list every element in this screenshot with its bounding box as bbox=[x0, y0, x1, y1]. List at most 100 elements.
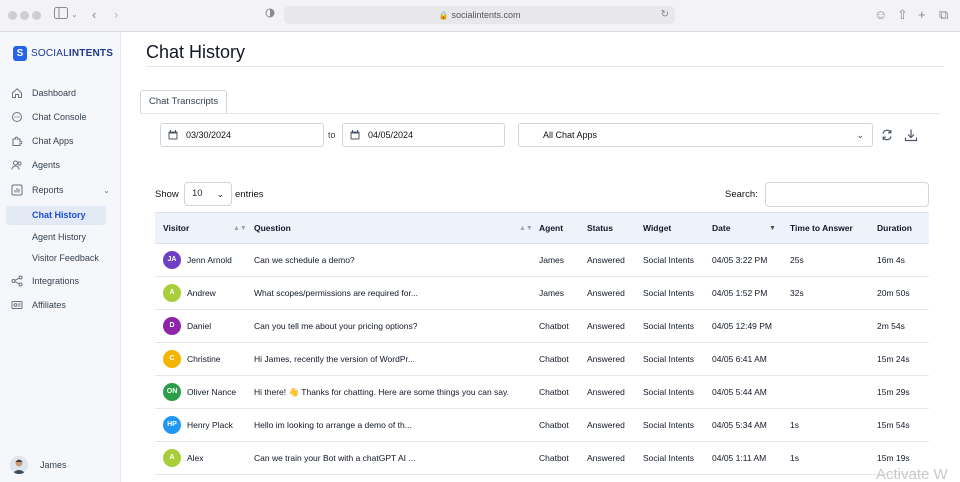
refresh-icon[interactable] bbox=[880, 128, 894, 142]
sidebar-toggle-icon[interactable] bbox=[54, 7, 68, 23]
sidebar-subitem-chat-history[interactable]: Chat History bbox=[6, 206, 106, 225]
table-row[interactable]: D Daniel Can you tell me about your pricin… bbox=[155, 310, 929, 343]
chat-app-select[interactable]: All Chat Apps ⌄ bbox=[518, 123, 873, 147]
cell-widget: Social Intents bbox=[643, 321, 695, 331]
cell-date: 04/05 12:49 PM bbox=[712, 321, 773, 331]
table-row[interactable]: C Christine Hi James, recently the version… bbox=[155, 343, 929, 376]
cell-date: 04/05 1:11 AM bbox=[712, 453, 767, 463]
cell-time-to-answer: 25s bbox=[790, 255, 804, 265]
cell-time-to-answer: 1s bbox=[790, 453, 799, 463]
cell-widget: Social Intents bbox=[643, 420, 695, 430]
page-title: Chat History bbox=[146, 42, 246, 62]
cell-visitor: Christine bbox=[187, 354, 221, 364]
sidebar-item-affiliates[interactable]: Affiliates bbox=[10, 296, 110, 314]
sidebar-item-label: Affiliates bbox=[32, 300, 66, 310]
cell-duration: 16m 4s bbox=[877, 255, 905, 265]
cell-status: Answered bbox=[587, 420, 625, 430]
sidebar-item-chat-console[interactable]: Chat Console bbox=[10, 108, 110, 126]
close-window-dot[interactable] bbox=[8, 11, 17, 20]
cell-widget: Social Intents bbox=[643, 354, 695, 364]
calendar-icon bbox=[350, 130, 360, 140]
sidebar-subitem-agent-history[interactable]: Agent History bbox=[6, 228, 106, 247]
minimize-window-dot[interactable] bbox=[20, 11, 29, 20]
user-profile[interactable]: James bbox=[10, 456, 67, 474]
sidebar-item-integrations[interactable]: Integrations bbox=[10, 272, 110, 290]
share-icon[interactable]: ⇧ bbox=[897, 7, 908, 23]
puzzle-icon bbox=[10, 134, 24, 148]
sort-icon[interactable]: ▲▼ bbox=[519, 213, 533, 244]
sidebar-item-reports[interactable]: Reports ⌄ bbox=[10, 181, 110, 199]
cell-widget: Social Intents bbox=[643, 288, 695, 298]
cell-status: Answered bbox=[587, 354, 625, 364]
column-header-widget[interactable]: Widget bbox=[643, 213, 671, 244]
table-row[interactable]: JA Jenn Arnold Can we schedule a demo? Jame… bbox=[155, 244, 929, 277]
entries-label: entries bbox=[235, 189, 264, 200]
chat-history-table: Visitor ▲▼ Question ▲▼ Agent Status Widg… bbox=[155, 212, 929, 475]
lock-icon: 🔒 bbox=[438, 11, 449, 20]
sidebar-item-agents[interactable]: Agents bbox=[10, 156, 110, 174]
search-label: Search: bbox=[725, 189, 758, 200]
chevron-down-icon[interactable]: ⌄ bbox=[71, 7, 78, 23]
cell-status: Answered bbox=[587, 288, 625, 298]
column-header-visitor[interactable]: Visitor bbox=[163, 213, 189, 244]
sidebar-item-chat-apps[interactable]: Chat Apps bbox=[10, 132, 110, 150]
cell-time-to-answer: 32s bbox=[790, 288, 804, 298]
cell-status: Answered bbox=[587, 321, 625, 331]
entries-per-page-select[interactable]: 10 ⌄ bbox=[184, 182, 232, 206]
table-row[interactable]: A Alex Can we train your Bot with a chatGP… bbox=[155, 442, 929, 475]
tab-chat-transcripts[interactable]: Chat Transcripts bbox=[140, 90, 228, 114]
logo[interactable]: S SOCIALINTENTS bbox=[13, 46, 113, 61]
cell-question: Can we schedule a demo? bbox=[254, 255, 355, 265]
column-header-time-to-answer[interactable]: Time to Answer bbox=[790, 213, 853, 244]
cell-date: 04/05 5:44 AM bbox=[712, 387, 767, 397]
cell-question: Can we train your Bot with a chatGPT AI … bbox=[254, 453, 416, 463]
avatar: C bbox=[163, 350, 181, 368]
back-arrow-icon[interactable]: ‹ bbox=[92, 7, 96, 23]
watermark: Activate W bbox=[876, 466, 948, 482]
cell-question: Can you tell me about your pricing optio… bbox=[254, 321, 418, 331]
download-icon[interactable] bbox=[904, 128, 918, 142]
table-row[interactable]: HP Henry Plack Hello im looking to arrange… bbox=[155, 409, 929, 442]
cell-status: Answered bbox=[587, 453, 625, 463]
cell-agent: Chatbot bbox=[539, 321, 569, 331]
sidebar-subitem-visitor-feedback[interactable]: Visitor Feedback bbox=[6, 249, 106, 268]
reload-icon[interactable]: ↻ bbox=[661, 6, 669, 24]
new-tab-icon[interactable]: + bbox=[918, 7, 926, 23]
sidebar-item-label: Integrations bbox=[32, 276, 80, 286]
logo-mark: S bbox=[13, 46, 27, 61]
table-row[interactable]: ON Oliver Nance Hi there! 👋 Thanks for cha… bbox=[155, 376, 929, 409]
sidebar-item-label: Reports bbox=[32, 185, 64, 195]
cell-status: Answered bbox=[587, 255, 625, 265]
extension-icon[interactable]: ☺ bbox=[874, 7, 887, 23]
column-header-date[interactable]: Date bbox=[712, 213, 730, 244]
table-row[interactable]: A Andrew What scopes/permissions are requi… bbox=[155, 277, 929, 310]
address-bar[interactable]: 🔒 socialintents.com ↻ bbox=[284, 6, 675, 24]
chevron-down-icon: ⌄ bbox=[103, 185, 110, 195]
sidebar-item-dashboard[interactable]: Dashboard bbox=[10, 84, 110, 102]
divider bbox=[140, 113, 940, 114]
column-header-duration[interactable]: Duration bbox=[877, 213, 912, 244]
sort-icon[interactable]: ▲▼ bbox=[233, 213, 247, 244]
chat-app-select-value: All Chat Apps bbox=[543, 130, 598, 140]
column-header-agent[interactable]: Agent bbox=[539, 213, 563, 244]
sidebar: S SOCIALINTENTS Dashboard Chat Console C… bbox=[0, 32, 121, 482]
column-header-status[interactable]: Status bbox=[587, 213, 613, 244]
sidebar-item-label: Dashboard bbox=[32, 88, 77, 98]
cell-date: 04/05 5:34 AM bbox=[712, 420, 767, 430]
sidebar-item-label: Agents bbox=[32, 160, 61, 170]
chevron-down-icon: ⌄ bbox=[216, 189, 224, 199]
date-from-field[interactable]: 03/30/2024 bbox=[160, 123, 324, 147]
column-header-question[interactable]: Question bbox=[254, 213, 291, 244]
shield-icon[interactable] bbox=[265, 7, 275, 23]
cell-status: Answered bbox=[587, 387, 625, 397]
cell-agent: Chatbot bbox=[539, 420, 569, 430]
cell-agent: Chatbot bbox=[539, 453, 569, 463]
forward-arrow-icon[interactable]: › bbox=[114, 7, 118, 23]
sort-desc-icon[interactable]: ▼ bbox=[769, 213, 776, 244]
zoom-window-dot[interactable] bbox=[32, 11, 41, 20]
avatar: HP bbox=[163, 416, 181, 434]
tab-overview-icon[interactable]: ⧉ bbox=[939, 7, 948, 23]
cell-visitor: Andrew bbox=[187, 288, 216, 298]
date-to-field[interactable]: 04/05/2024 bbox=[342, 123, 505, 147]
search-input[interactable] bbox=[765, 182, 929, 207]
